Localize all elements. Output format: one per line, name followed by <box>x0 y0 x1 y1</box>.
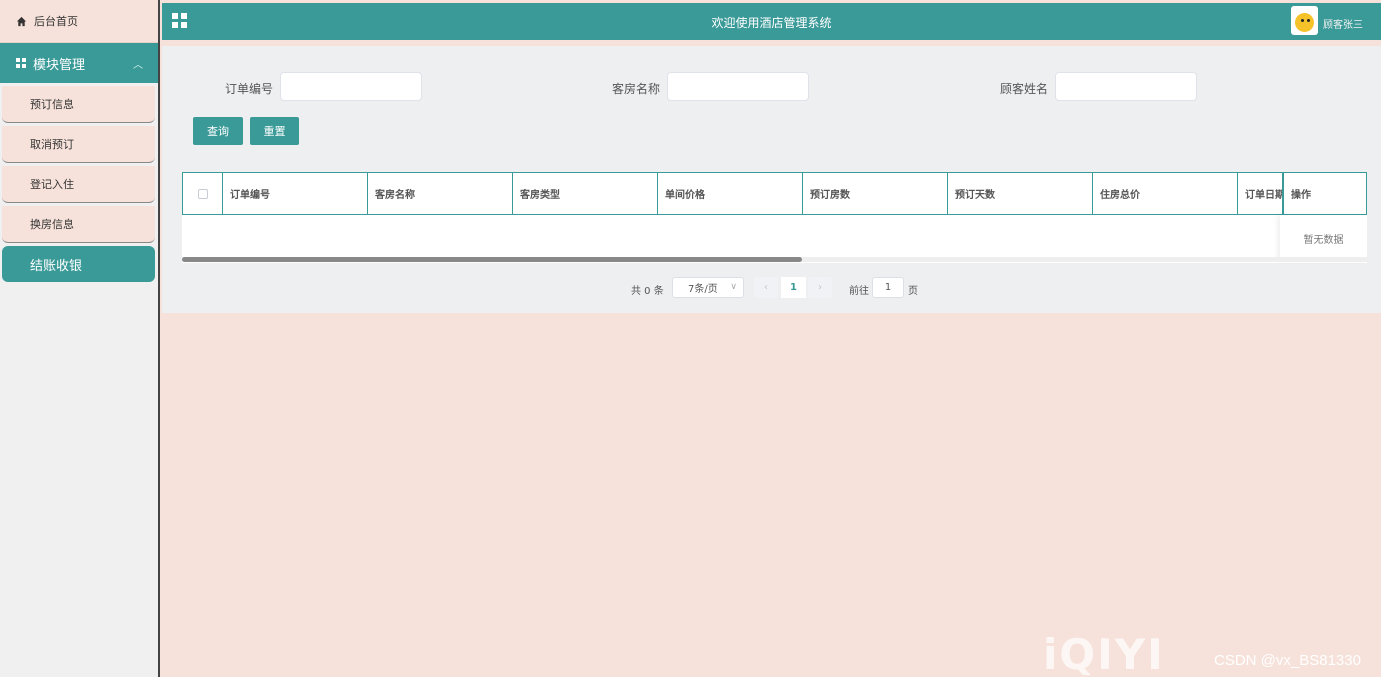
home-icon <box>16 16 27 26</box>
avatar-eye <box>1301 19 1304 22</box>
room-name-input[interactable] <box>667 72 809 101</box>
page-size-select[interactable]: 7条/页 ∨ <box>672 277 744 298</box>
sidebar-item-cancel-booking[interactable]: 取消预订 <box>2 126 155 163</box>
horizontal-scrollbar[interactable] <box>182 257 1367 262</box>
page-suffix: 页 <box>908 286 918 297</box>
room-name-label: 客房名称 <box>612 82 661 96</box>
data-table: 订单编号 客房名称 客房类型 单间价格 预订房数 预订天数 住房总价 订单日期 … <box>182 172 1367 263</box>
csdn-watermark: CSDN @vx_BS81330 <box>1214 652 1361 669</box>
reset-button[interactable]: 重置 <box>250 117 299 145</box>
avatar-eye <box>1307 19 1310 22</box>
chevron-up-icon: ︿ <box>133 60 143 71</box>
column-header[interactable]: 住房总价 <box>1093 173 1238 214</box>
order-no-label: 订单编号 <box>225 82 274 96</box>
page-title: 欢迎使用酒店管理系统 <box>711 16 832 30</box>
pagination-total: 共 0 条 <box>631 286 664 297</box>
empty-state: 暂无数据 <box>1280 215 1367 261</box>
sidebar-item-booking-info[interactable]: 预订信息 <box>2 86 155 123</box>
select-all-checkbox[interactable] <box>197 188 208 199</box>
column-header[interactable]: 订单日期 <box>1238 173 1283 214</box>
column-header[interactable]: 订单编号 <box>223 173 368 214</box>
search-form: 订单编号 客房名称 顾客姓名 <box>162 72 1381 102</box>
column-header-actions: 操作 <box>1283 173 1368 214</box>
sidebar-item-label: 结账收银 <box>30 258 83 274</box>
order-no-input[interactable] <box>280 72 422 101</box>
main-panel: 订单编号 客房名称 顾客姓名 查询 重置 订单编号 客房名称 客房类型 单间价格… <box>162 46 1381 313</box>
query-button[interactable]: 查询 <box>193 117 243 145</box>
sidebar-item-label: 预订信息 <box>30 98 74 111</box>
column-header[interactable]: 预订天数 <box>948 173 1093 214</box>
select-all-cell <box>183 173 223 214</box>
sidebar-item-checkout[interactable]: 结账收银 <box>2 246 155 282</box>
sidebar-item-home[interactable]: 后台首页 <box>0 0 158 43</box>
avatar[interactable] <box>1291 6 1318 35</box>
table-header: 订单编号 客房名称 客房类型 单间价格 预订房数 预订天数 住房总价 订单日期 … <box>182 172 1367 215</box>
next-page-button[interactable]: › <box>808 277 832 298</box>
sidebar: 后台首页 模块管理 ︿ 预订信息 取消预订 登记入住 换房信息 结账收银 <box>0 0 160 677</box>
chevron-down-icon: ∨ <box>730 282 737 292</box>
sidebar-item-label: 取消预订 <box>30 138 74 151</box>
sidebar-item-home-label: 后台首页 <box>34 15 78 28</box>
prev-page-button[interactable]: ‹ <box>754 277 778 298</box>
column-header[interactable]: 单间价格 <box>658 173 803 214</box>
customer-name-label: 顾客姓名 <box>1000 82 1049 96</box>
page-size-value: 7条/页 <box>688 284 718 295</box>
page-number-current[interactable]: 1 <box>781 277 806 298</box>
goto-label: 前往 <box>849 286 869 297</box>
customer-name-input[interactable] <box>1055 72 1197 101</box>
scrollbar-thumb[interactable] <box>182 257 802 262</box>
grid-icon <box>16 58 26 68</box>
sidebar-module-label: 模块管理 <box>33 57 86 73</box>
user-name[interactable]: 顾客张三 <box>1323 16 1363 31</box>
pagination: 共 0 条 7条/页 ∨ ‹ 1 › 前往 1 页 <box>162 277 1381 299</box>
avatar-face <box>1295 13 1314 32</box>
iqiyi-watermark: iQIYI <box>1043 630 1165 677</box>
top-header: 欢迎使用酒店管理系统 顾客张三 <box>162 3 1381 40</box>
sidebar-item-label: 换房信息 <box>30 218 74 231</box>
sidebar-module-toggle[interactable]: 模块管理 ︿ <box>0 43 158 83</box>
column-header[interactable]: 客房类型 <box>513 173 658 214</box>
sidebar-item-label: 登记入住 <box>30 178 74 191</box>
column-header[interactable]: 预订房数 <box>803 173 948 214</box>
sidebar-item-room-change[interactable]: 换房信息 <box>2 206 155 243</box>
goto-page-input[interactable]: 1 <box>872 277 904 298</box>
sidebar-item-check-in[interactable]: 登记入住 <box>2 166 155 203</box>
column-header[interactable]: 客房名称 <box>368 173 513 214</box>
